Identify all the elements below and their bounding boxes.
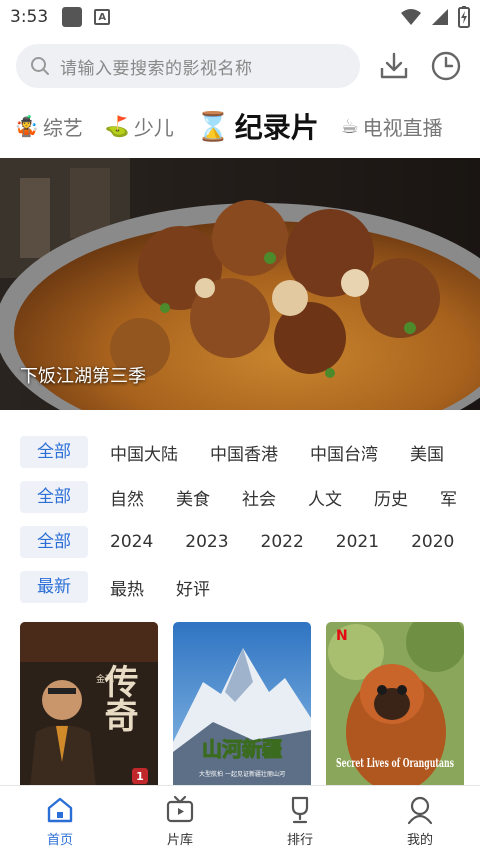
poster-image: 传奇 金飞 1 — [20, 622, 158, 787]
tab-label: 电视直播 — [362, 115, 443, 140]
filter-chip[interactable]: 2021 — [336, 532, 379, 552]
tab-label: 纪录片 — [234, 111, 319, 144]
battery-icon — [458, 6, 470, 28]
status-time: 3:53 — [10, 7, 49, 27]
banner-title: 下饭江湖第三季 — [20, 366, 146, 387]
coffee-icon: ☕ — [340, 114, 359, 138]
trophy-icon — [291, 796, 309, 824]
filter-genre: 全部 自然 美食 社会 人文 历史 军 — [20, 481, 480, 513]
tab-documentary[interactable]: ⌛ 纪录片 — [196, 106, 319, 146]
filter-region: 全部 中国大陆 中国香港 中国台湾 美国 — [20, 436, 480, 468]
filter-chip-selected[interactable]: 全部 — [20, 436, 88, 468]
bottom-nav: 首页 片库 排行 我的 — [0, 785, 480, 853]
poster-small-text: 金飞 — [96, 673, 114, 685]
filter-chip[interactable]: 美食 — [176, 485, 210, 510]
download-button[interactable] — [376, 48, 412, 84]
nav-label: 我的 — [406, 833, 433, 848]
download-icon — [380, 52, 408, 79]
filter-chip[interactable]: 中国台湾 — [310, 440, 378, 465]
search-icon — [31, 57, 49, 75]
filter-chip[interactable]: 中国大陆 — [110, 440, 178, 465]
filter-sort: 最新 最热 好评 — [20, 571, 480, 603]
hourglass-icon: ⌛ — [195, 109, 231, 143]
banner-carousel[interactable]: 下饭江湖第三季 — [0, 158, 480, 410]
nav-label: 首页 — [46, 833, 73, 848]
poster-episode-badge: 1 — [136, 770, 144, 783]
tab-kids[interactable]: ⛳ 少儿 — [105, 112, 174, 141]
nav-label: 排行 — [286, 833, 313, 848]
filter-chip[interactable]: 社会 — [242, 485, 276, 510]
clock-icon — [431, 51, 461, 81]
nav-label: 片库 — [166, 833, 193, 848]
filter-chip[interactable]: 2023 — [185, 532, 228, 552]
home-icon — [47, 797, 73, 823]
filter-chip[interactable]: 美国 — [410, 440, 444, 465]
poster-image: 山河新疆 大型航拍 一起见证新疆壮丽山河 — [173, 622, 311, 787]
tab-variety[interactable]: 🤹 综艺 — [14, 112, 83, 141]
juggler-icon: 🤹 — [14, 114, 39, 138]
tv-icon — [166, 795, 194, 823]
filter-chip[interactable]: 好评 — [176, 575, 210, 600]
filter-chip-selected[interactable]: 全部 — [20, 481, 88, 513]
tab-label: 少儿 — [133, 115, 174, 140]
filter-chip[interactable]: 中国香港 — [210, 440, 278, 465]
notification-a-icon: A — [94, 9, 111, 25]
nav-ranking[interactable]: 排行 — [240, 786, 360, 853]
nav-home[interactable]: 首页 — [0, 786, 120, 853]
netflix-logo-icon: N — [336, 628, 348, 644]
nav-profile[interactable]: 我的 — [360, 786, 480, 853]
filter-chip[interactable]: 2022 — [261, 532, 304, 552]
filter-year: 全部 2024 2023 2022 2021 2020 — [20, 526, 480, 558]
status-icons — [400, 6, 470, 28]
poster-image: N Secret Lives of Orangutans — [326, 622, 464, 787]
filter-chip[interactable]: 最热 — [110, 575, 144, 600]
poster-card[interactable]: 传奇 金飞 1 — [20, 622, 158, 787]
user-icon — [407, 796, 433, 825]
filter-chip-selected[interactable]: 全部 — [20, 526, 88, 558]
filter-chip[interactable]: 历史 — [374, 485, 408, 510]
nav-library[interactable]: 片库 — [120, 786, 240, 853]
filter-chip[interactable]: 2024 — [110, 532, 153, 552]
tab-label: 综艺 — [42, 115, 83, 140]
poster-card[interactable]: 山河新疆 大型航拍 一起见证新疆壮丽山河 — [173, 622, 311, 787]
search-input[interactable]: 请输入要搜索的影视名称 — [16, 44, 360, 88]
tab-live-tv[interactable]: ☕ 电视直播 — [341, 112, 443, 141]
history-button[interactable] — [428, 48, 464, 84]
filter-chip[interactable]: 2020 — [411, 532, 454, 552]
poster-card[interactable]: N Secret Lives of Orangutans — [326, 622, 464, 787]
poster-title: Secret Lives of Orangutans — [336, 756, 454, 770]
notification-icon — [62, 7, 83, 27]
wifi-icon — [401, 9, 421, 25]
poster-small-text: 大型航拍 一起见证新疆壮丽山河 — [199, 770, 285, 778]
category-tabs: 🤹 综艺 ⛳ 少儿 ⌛ 纪录片 ☕ 电视直播 — [0, 104, 480, 148]
poster-title: 山河新疆 — [202, 737, 282, 761]
filter-chip[interactable]: 军 — [440, 485, 457, 510]
filter-chip[interactable]: 自然 — [110, 485, 144, 510]
status-bar: 3:53 A — [0, 0, 480, 34]
signal-icon — [432, 9, 448, 25]
filter-chip-selected[interactable]: 最新 — [20, 571, 88, 603]
search-placeholder: 请输入要搜索的影视名称 — [60, 58, 253, 79]
golf-flag-icon: ⛳ — [104, 114, 130, 138]
filter-chip[interactable]: 人文 — [308, 485, 342, 510]
